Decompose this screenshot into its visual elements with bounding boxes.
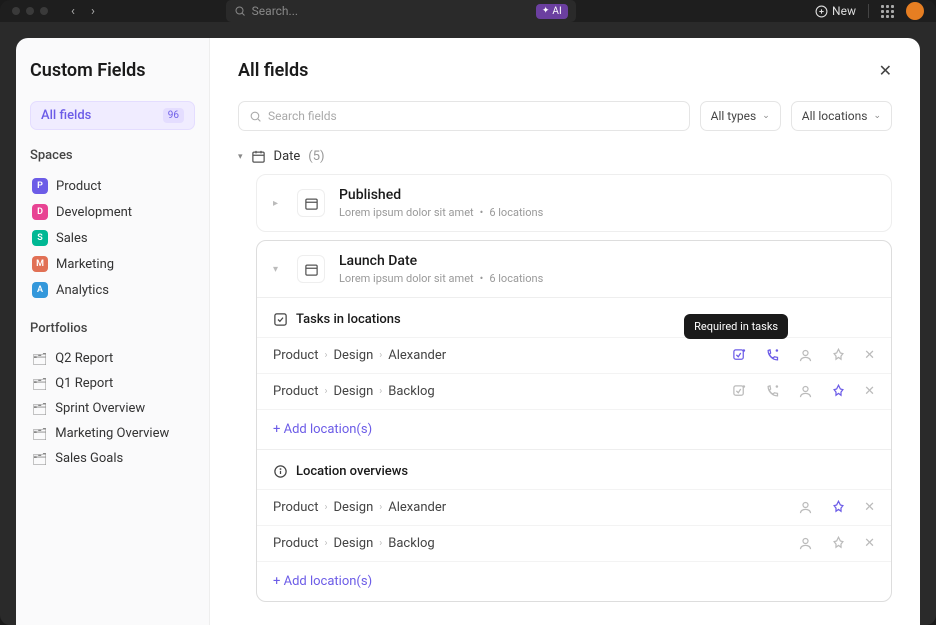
briefcase-icon: 🗂 — [32, 352, 47, 366]
portfolios-header: Portfolios — [30, 321, 195, 336]
remove-icon[interactable]: ✕ — [864, 500, 875, 515]
space-sales[interactable]: SSales — [30, 225, 195, 251]
topbar: ‹ › Search... AI New — [0, 0, 936, 22]
portfolio-item[interactable]: 🗂Q2 Report — [30, 346, 195, 371]
spaces-header: Spaces — [30, 148, 195, 163]
field-title: Launch Date — [339, 253, 543, 269]
field-title: Published — [339, 187, 543, 203]
pin-icon[interactable] — [831, 500, 846, 515]
pin-icon[interactable] — [831, 384, 846, 399]
briefcase-icon: 🗂 — [32, 377, 47, 391]
portfolio-item[interactable]: 🗂Q1 Report — [30, 371, 195, 396]
space-marketing[interactable]: MMarketing — [30, 251, 195, 277]
portfolio-item[interactable]: 🗂Sprint Overview — [30, 396, 195, 421]
space-analytics[interactable]: AAnalytics — [30, 277, 195, 303]
global-search[interactable]: Search... AI — [226, 0, 576, 22]
breadcrumbs[interactable]: Product›Design›Alexander — [273, 500, 446, 515]
contact-icon[interactable] — [765, 384, 780, 399]
space-product[interactable]: PProduct — [30, 173, 195, 199]
add-location-button[interactable]: + Add location(s) — [257, 561, 891, 601]
briefcase-icon: 🗂 — [32, 452, 47, 466]
person-icon[interactable] — [798, 536, 813, 551]
search-icon — [234, 5, 246, 17]
portfolio-item[interactable]: 🗂Marketing Overview — [30, 421, 195, 446]
tasks-section-header: Tasks in locations — [257, 298, 891, 337]
location-row: Product›Design›Backlog ✕ — [257, 525, 891, 561]
briefcase-icon: 🗂 — [32, 427, 47, 441]
person-icon[interactable] — [798, 500, 813, 515]
sidebar: Custom Fields All fields 96 Spaces PProd… — [16, 38, 210, 625]
location-filter[interactable]: All locations⌄ — [791, 101, 892, 131]
remove-icon[interactable]: ✕ — [864, 384, 875, 399]
main-content: All fields ✕ Search fields All types⌄ Al… — [210, 38, 920, 625]
remove-icon[interactable]: ✕ — [864, 536, 875, 551]
chevron-down-icon: ⌄ — [873, 111, 881, 121]
back-button[interactable]: ‹ — [64, 4, 82, 19]
group-header[interactable]: ▾ Date (5) — [238, 149, 892, 164]
search-fields-input[interactable]: Search fields — [238, 101, 690, 131]
expand-icon[interactable]: ▸ — [273, 198, 283, 209]
breadcrumbs[interactable]: Product›Design›Alexander — [273, 348, 446, 363]
apps-grid-icon[interactable] — [881, 5, 894, 18]
contact-icon[interactable] — [765, 348, 780, 363]
calendar-icon — [297, 189, 325, 217]
collapse-icon[interactable]: ▾ — [273, 264, 283, 275]
briefcase-icon: 🗂 — [32, 402, 47, 416]
field-row[interactable]: ▾ Launch Date Lorem ipsum dolor sit amet… — [257, 241, 891, 297]
add-location-button[interactable]: + Add location(s) — [257, 409, 891, 449]
plus-circle-icon — [815, 5, 828, 18]
calendar-icon — [251, 149, 266, 164]
breadcrumbs[interactable]: Product›Design›Backlog — [273, 536, 435, 551]
portfolio-item[interactable]: 🗂Sales Goals — [30, 446, 195, 471]
window-controls[interactable] — [12, 7, 48, 15]
pin-icon[interactable] — [831, 348, 846, 363]
search-icon — [249, 110, 262, 123]
forward-button[interactable]: › — [84, 4, 102, 19]
space-development[interactable]: DDevelopment — [30, 199, 195, 225]
location-row: Product›Design›Alexander Required in tas… — [257, 337, 891, 373]
required-icon[interactable] — [732, 384, 747, 399]
ai-badge[interactable]: AI — [536, 4, 568, 19]
tooltip: Required in tasks — [684, 314, 788, 339]
breadcrumbs[interactable]: Product›Design›Backlog — [273, 384, 435, 399]
person-icon[interactable] — [798, 384, 813, 399]
all-fields-filter[interactable]: All fields 96 — [30, 101, 195, 130]
user-avatar[interactable] — [906, 2, 924, 20]
field-sub: Lorem ipsum dolor sit amet•6 locations — [339, 206, 543, 219]
pin-icon[interactable] — [831, 536, 846, 551]
new-button[interactable]: New — [815, 4, 856, 18]
location-row: Product›Design›Backlog ✕ — [257, 373, 891, 409]
checkbox-icon — [273, 312, 288, 327]
chevron-down-icon: ⌄ — [762, 111, 770, 121]
page-title: All fields — [238, 60, 308, 81]
location-row: Product›Design›Alexander ✕ — [257, 489, 891, 525]
field-sub: Lorem ipsum dolor sit amet•6 locations — [339, 272, 543, 285]
required-icon[interactable] — [732, 348, 747, 363]
person-icon[interactable] — [798, 348, 813, 363]
caret-down-icon: ▾ — [238, 152, 243, 162]
search-placeholder: Search... — [252, 4, 298, 18]
field-card-published: ▸ Published Lorem ipsum dolor sit amet•6… — [256, 174, 892, 232]
remove-icon[interactable]: ✕ — [864, 348, 875, 363]
sidebar-title: Custom Fields — [30, 60, 195, 81]
calendar-icon — [297, 255, 325, 283]
field-card-launch-date: ▾ Launch Date Lorem ipsum dolor sit amet… — [256, 240, 892, 602]
close-button[interactable]: ✕ — [879, 61, 892, 80]
type-filter[interactable]: All types⌄ — [700, 101, 781, 131]
overview-section-header: Location overviews — [257, 450, 891, 489]
field-row[interactable]: ▸ Published Lorem ipsum dolor sit amet•6… — [257, 175, 891, 231]
info-icon — [273, 464, 288, 479]
